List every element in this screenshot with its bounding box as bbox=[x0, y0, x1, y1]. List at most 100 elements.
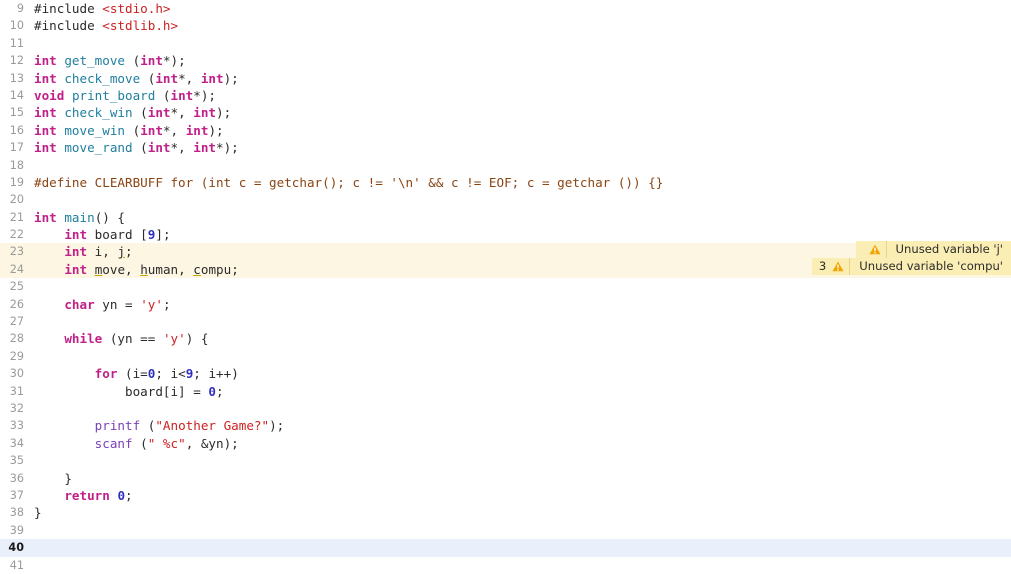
code-token: ) { bbox=[185, 331, 209, 347]
code-token: ; i++) bbox=[193, 366, 239, 382]
code-token: ; bbox=[215, 383, 224, 399]
warning-message: Unused variable 'compu' bbox=[849, 258, 1011, 276]
unused-variable-token: j bbox=[117, 244, 126, 260]
code-token: int bbox=[155, 70, 179, 86]
code-editor[interactable]: 9 #include <stdio.h> 10 #include <stdlib.h>… bbox=[0, 0, 1011, 572]
line-number: 39 bbox=[9, 523, 24, 537]
code-line[interactable]: 34 scanf (" %c", &yn); bbox=[0, 435, 1011, 452]
line-number: 10 bbox=[9, 19, 24, 33]
code-text: int move_rand (int*, int*); bbox=[34, 139, 239, 156]
code-line[interactable]: 18 bbox=[0, 157, 1011, 174]
code-line[interactable]: 35 bbox=[0, 452, 1011, 469]
warning-triangle-icon bbox=[831, 261, 845, 272]
code-line[interactable]: 27 bbox=[0, 313, 1011, 330]
code-line[interactable]: 28 while (yn == 'y') { bbox=[0, 330, 1011, 347]
code-line[interactable]: 21 int main() { bbox=[0, 209, 1011, 226]
code-line[interactable]: 30 for (i=0; i<9; i++) bbox=[0, 365, 1011, 382]
code-line[interactable]: 26 char yn = 'y'; bbox=[0, 296, 1011, 313]
code-token: int bbox=[140, 53, 163, 69]
code-line[interactable]: 13 int check_move (int*, int); bbox=[0, 70, 1011, 87]
code-token: #include bbox=[34, 18, 103, 34]
code-token: ( bbox=[125, 122, 141, 138]
code-token: ove, bbox=[102, 261, 141, 277]
code-token: int bbox=[34, 209, 57, 225]
code-line[interactable]: 14 void print_board (int*); bbox=[0, 87, 1011, 104]
code-token: 0 bbox=[208, 383, 216, 399]
code-token: char bbox=[64, 296, 95, 312]
code-token: printf bbox=[94, 418, 141, 434]
code-line[interactable]: 12 int get_move (int*); bbox=[0, 52, 1011, 69]
code-token: "Another Game?" bbox=[155, 418, 270, 434]
code-line[interactable]: 33 printf ("Another Game?"); bbox=[0, 417, 1011, 434]
line-number: 34 bbox=[9, 436, 24, 450]
code-token: #include bbox=[34, 1, 103, 16]
line-number: 37 bbox=[9, 488, 24, 502]
code-token: scanf bbox=[94, 435, 133, 451]
code-line[interactable]: 38} bbox=[0, 504, 1011, 521]
code-token: int bbox=[34, 53, 57, 69]
code-text: void print_board (int*); bbox=[34, 87, 216, 104]
code-line[interactable]: 37 return 0; bbox=[0, 487, 1011, 504]
code-token: check_move bbox=[64, 70, 141, 86]
code-token: ]; bbox=[155, 227, 171, 243]
code-token: int bbox=[64, 227, 88, 243]
code-line[interactable]: 10 #include <stdlib.h> bbox=[0, 17, 1011, 34]
code-token: ompu; bbox=[200, 261, 239, 277]
code-token: ; bbox=[162, 296, 171, 312]
code-token: while bbox=[64, 331, 103, 347]
code-line[interactable]: 20 bbox=[0, 191, 1011, 208]
line-number: 15 bbox=[9, 106, 24, 120]
code-line[interactable]: 31 board[i] = 0; bbox=[0, 383, 1011, 400]
code-token: move_rand bbox=[64, 140, 133, 156]
code-line[interactable]: 40 bbox=[0, 539, 1011, 557]
code-token: () { bbox=[94, 209, 126, 225]
code-text: while (yn == 'y') { bbox=[34, 330, 208, 347]
warning-badge[interactable]: 3 Unused variable 'compu' bbox=[811, 258, 1011, 276]
code-text: #include <stdio.h> bbox=[34, 0, 171, 17]
code-token: ( bbox=[140, 70, 156, 86]
code-text: for (i=0; i<9; i++) bbox=[34, 365, 239, 382]
code-token: ); bbox=[208, 122, 224, 138]
code-line[interactable]: 17 int move_rand (int*, int*); bbox=[0, 139, 1011, 156]
code-token: , &yn); bbox=[185, 435, 239, 451]
line-number: 9 bbox=[16, 2, 24, 15]
line-number: 19 bbox=[9, 175, 24, 189]
code-token: " %c" bbox=[147, 435, 186, 451]
code-line[interactable]: 32 bbox=[0, 400, 1011, 417]
code-line[interactable]: 9 #include <stdio.h> bbox=[0, 0, 1011, 17]
code-token: ); bbox=[216, 105, 232, 121]
code-token: int bbox=[34, 105, 57, 121]
line-number: 38 bbox=[9, 506, 24, 520]
code-line[interactable]: 36 } bbox=[0, 470, 1011, 487]
code-token: int bbox=[147, 105, 171, 121]
code-line[interactable]: 15 int check_win (int*, int); bbox=[0, 104, 1011, 121]
code-text: int board [9]; bbox=[34, 226, 171, 243]
code-line[interactable]: 29 bbox=[0, 348, 1011, 365]
line-number: 41 bbox=[9, 558, 24, 572]
line-number: 14 bbox=[9, 88, 24, 102]
code-token: int bbox=[193, 105, 217, 121]
code-line[interactable]: 25 bbox=[0, 278, 1011, 295]
code-line[interactable]: 41 bbox=[0, 557, 1011, 574]
line-number: 20 bbox=[9, 193, 24, 207]
warning-badge[interactable]: Unused variable 'j' bbox=[855, 240, 1011, 258]
unused-variable-token: c bbox=[193, 261, 201, 277]
warning-count: 3 bbox=[818, 259, 827, 273]
code-line[interactable]: 11 bbox=[0, 35, 1011, 52]
code-token: check_win bbox=[64, 105, 133, 121]
code-line[interactable]: 39 bbox=[0, 522, 1011, 539]
code-text: int move, human, compu; bbox=[34, 261, 239, 278]
code-line[interactable]: 16 int move_win (int*, int); bbox=[0, 122, 1011, 139]
line-number: 13 bbox=[9, 71, 24, 85]
code-token: int bbox=[34, 140, 57, 156]
code-token: <stdio.h> bbox=[102, 1, 171, 16]
line-number: 26 bbox=[9, 297, 24, 311]
code-line[interactable]: 19 #define CLEARBUFF for (int c = getchar… bbox=[0, 174, 1011, 191]
code-token: int bbox=[34, 122, 57, 138]
code-token: (i= bbox=[117, 366, 148, 382]
code-token: ( bbox=[155, 87, 171, 103]
